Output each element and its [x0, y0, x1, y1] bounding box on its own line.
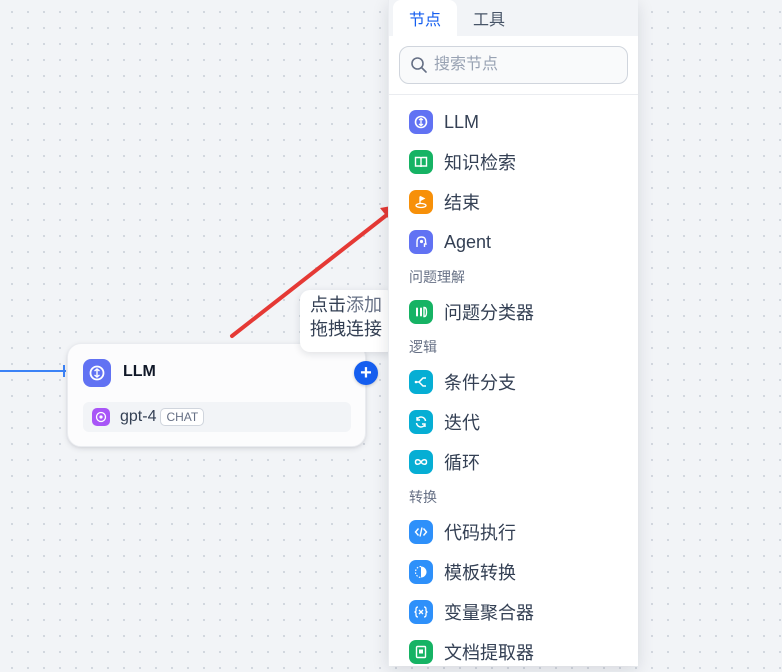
- search-box[interactable]: [399, 46, 628, 84]
- iteration-icon: [409, 410, 433, 434]
- node-label: 循环: [444, 453, 480, 473]
- node-item-question-classifier[interactable]: 问题分类器: [389, 292, 638, 332]
- variable-icon: [409, 600, 433, 624]
- node-item-knowledge-retrieval[interactable]: 知识检索: [389, 142, 638, 182]
- tab-nodes[interactable]: 节点: [393, 0, 458, 36]
- node-item-loop[interactable]: 循环: [389, 442, 638, 482]
- tab-tools[interactable]: 工具: [457, 0, 521, 36]
- loop-icon: [409, 450, 433, 474]
- node-item-iteration[interactable]: 迭代: [389, 402, 638, 442]
- branch-icon: [409, 370, 433, 394]
- node-item-if-else[interactable]: 条件分支: [389, 362, 638, 402]
- classifier-icon: [409, 300, 433, 324]
- node-label: 变量聚合器: [444, 603, 534, 623]
- node-picker-panel: 节点 工具 LLM 知识检索 结束 Agent 问题理解: [388, 0, 638, 666]
- end-icon: [409, 190, 433, 214]
- agent-icon: [409, 230, 433, 254]
- node-label: 模板转换: [444, 563, 516, 583]
- node-label: 知识检索: [444, 153, 516, 173]
- node-item-agent[interactable]: Agent: [389, 222, 638, 262]
- search-icon: [410, 56, 428, 74]
- panel-tabs: 节点 工具: [389, 0, 638, 36]
- template-icon: [409, 560, 433, 584]
- group-transform: 转换: [409, 489, 437, 505]
- node-item-variable-aggregator[interactable]: 变量聚合器: [389, 592, 638, 632]
- node-item-llm[interactable]: LLM: [389, 102, 638, 142]
- node-label: 迭代: [444, 413, 480, 433]
- group-logic: 逻辑: [409, 339, 437, 355]
- node-label: Agent: [444, 231, 492, 252]
- node-item-end[interactable]: 结束: [389, 182, 638, 222]
- node-item-template-transform[interactable]: 模板转换: [389, 552, 638, 592]
- node-list: LLM 知识检索 结束 Agent 问题理解 问题分类器 逻辑 条件分支 迭代: [389, 102, 638, 672]
- node-label: 文档提取器: [444, 643, 534, 663]
- node-label: 条件分支: [444, 373, 516, 393]
- divider: [389, 94, 638, 95]
- node-label: LLM: [444, 111, 480, 132]
- book-icon: [409, 150, 433, 174]
- node-label: 代码执行: [444, 523, 516, 543]
- node-item-doc-extractor[interactable]: 文档提取器: [389, 632, 638, 672]
- node-label: 结束: [444, 193, 480, 213]
- node-label: 问题分类器: [444, 303, 534, 323]
- code-icon: [409, 520, 433, 544]
- doc-extract-icon: [409, 640, 433, 664]
- group-question-understanding: 问题理解: [409, 269, 465, 285]
- llm-icon: [409, 110, 433, 134]
- node-item-code[interactable]: 代码执行: [389, 512, 638, 552]
- search-input[interactable]: [432, 55, 616, 75]
